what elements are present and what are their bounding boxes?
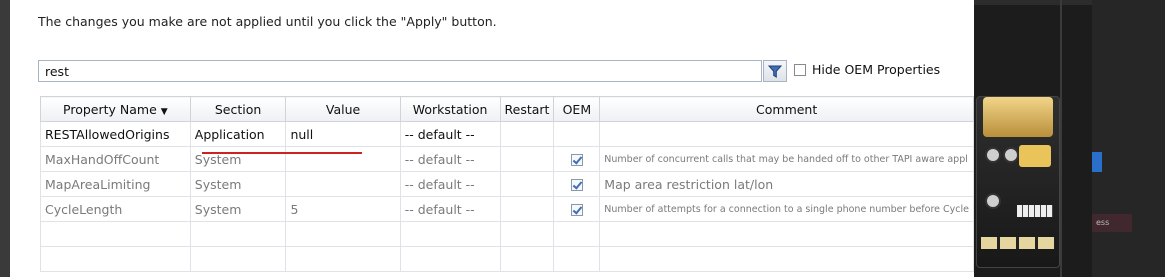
partial-label: ess: [1096, 218, 1110, 227]
hide-oem-label: Hide OEM Properties: [812, 62, 941, 77]
cell-restart[interactable]: [499, 146, 555, 172]
cell-property-name[interactable]: MaxHandOffCount: [40, 146, 191, 172]
cell-value[interactable]: 5: [285, 196, 401, 222]
cell-property-name[interactable]: MapAreaLimiting: [40, 171, 191, 197]
empty-row: [40, 221, 974, 247]
cell-property-name[interactable]: RESTAllowedOrigins: [40, 121, 191, 147]
cell-section[interactable]: System: [189, 171, 287, 197]
cell-oem: [553, 121, 601, 147]
cell-oem: [553, 146, 601, 172]
table-row[interactable]: CycleLength System 5 -- default -- Numbe…: [40, 196, 974, 222]
column-header-value[interactable]: Value: [285, 96, 401, 122]
vu-meter-icon: [1019, 145, 1051, 167]
column-header-comment[interactable]: Comment: [599, 96, 974, 122]
panel-divider: [1060, 0, 1062, 277]
cell-section[interactable]: System: [189, 196, 287, 222]
column-header-property-name[interactable]: Property Name ▼: [40, 96, 191, 122]
left-window-edge: [0, 0, 10, 277]
cell-comment[interactable]: Number of concurrent calls that may be h…: [599, 146, 974, 172]
oem-checkbox: [570, 204, 583, 216]
search-box[interactable]: [38, 60, 762, 82]
empty-row: [40, 246, 974, 272]
cell-workstation[interactable]: -- default --: [399, 196, 501, 222]
oem-checkbox: [570, 154, 583, 166]
knob-icon: [1003, 147, 1019, 163]
cell-workstation[interactable]: -- default --: [399, 171, 501, 197]
cell-section[interactable]: Application: [189, 121, 287, 147]
table-row[interactable]: RESTAllowedOrigins Application null -- d…: [40, 121, 974, 147]
hide-oem-toggle[interactable]: Hide OEM Properties: [794, 62, 940, 77]
cell-property-name[interactable]: CycleLength: [40, 196, 191, 222]
cell-restart[interactable]: [499, 196, 555, 222]
blue-indicator: [1092, 152, 1102, 172]
table-row[interactable]: MapAreaLimiting System -- default -- Map…: [40, 171, 974, 197]
cell-restart[interactable]: [499, 121, 555, 147]
cell-section[interactable]: System: [189, 146, 287, 172]
background-sidebar: [1092, 0, 1165, 277]
cell-oem: [553, 196, 601, 222]
grid-header: Property Name ▼ Section Value Workstation…: [40, 96, 974, 122]
cell-workstation[interactable]: -- default --: [399, 121, 501, 147]
cell-workstation[interactable]: -- default --: [399, 146, 501, 172]
red-underline-annotation: [202, 152, 362, 154]
column-header-restart[interactable]: Restart: [499, 96, 555, 122]
cell-comment[interactable]: Map area restriction lat/lon: [599, 171, 974, 197]
search-input[interactable]: [39, 61, 761, 82]
column-header-section[interactable]: Section: [189, 96, 287, 122]
cell-value[interactable]: [285, 146, 401, 172]
funnel-icon: [768, 65, 782, 78]
table-row[interactable]: MaxHandOffCount System -- default -- Num…: [40, 146, 974, 172]
properties-grid: Property Name ▼ Section Value Workstation…: [40, 96, 974, 272]
cell-comment[interactable]: [599, 121, 974, 147]
oem-checkbox: [570, 179, 583, 191]
audio-plugin-thumbnail: [976, 96, 1060, 268]
cell-restart[interactable]: [499, 171, 555, 197]
column-header-oem[interactable]: OEM: [553, 96, 601, 122]
cell-oem: [553, 171, 601, 197]
apply-note: The changes you make are not applied unt…: [38, 14, 497, 29]
knob-icon: [985, 147, 1001, 163]
cell-value[interactable]: null: [285, 121, 401, 147]
sort-down-icon: ▼: [160, 106, 168, 117]
column-header-workstation[interactable]: Workstation: [399, 96, 501, 122]
cell-value[interactable]: [285, 171, 401, 197]
properties-dialog: The changes you make are not applied unt…: [10, 0, 975, 277]
filter-button[interactable]: [763, 60, 787, 82]
background-app-panel: ess: [974, 0, 1165, 277]
hide-oem-checkbox[interactable]: [794, 63, 806, 76]
knob-icon: [985, 193, 1001, 209]
cell-comment[interactable]: Number of attempts for a connection to a…: [599, 196, 974, 222]
